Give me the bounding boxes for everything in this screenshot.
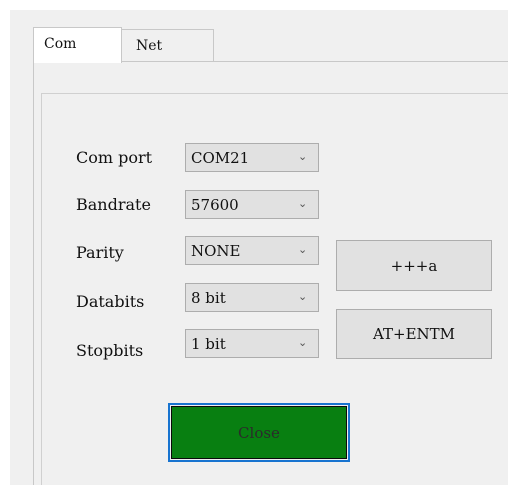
parity-select[interactable]: NONE ⌄ bbox=[185, 236, 319, 265]
at-entm-label: AT+ENTM bbox=[372, 325, 456, 343]
stopbits-value: 1 bit bbox=[191, 335, 226, 353]
bandrate-label: Bandrate bbox=[76, 195, 151, 214]
databits-label: Databits bbox=[76, 292, 145, 311]
close-button-face: Close bbox=[171, 406, 347, 459]
databits-select[interactable]: 8 bit ⌄ bbox=[185, 283, 319, 312]
chevron-down-icon: ⌄ bbox=[298, 150, 308, 163]
com-port-select[interactable]: COM21 ⌄ bbox=[185, 143, 319, 172]
plus-plus-plus-a-label: +++a bbox=[390, 256, 438, 275]
close-button-label: Close bbox=[238, 423, 280, 442]
parity-value: NONE bbox=[191, 242, 241, 260]
close-button[interactable]: Close bbox=[168, 403, 350, 462]
plus-plus-plus-a-button[interactable]: +++a bbox=[336, 240, 492, 291]
bandrate-value: 57600 bbox=[191, 196, 239, 214]
chevron-down-icon: ⌄ bbox=[298, 290, 308, 303]
bandrate-select[interactable]: 57600 ⌄ bbox=[185, 190, 319, 219]
tab-net[interactable]: Net bbox=[121, 29, 214, 63]
tab-net-label: Net bbox=[136, 38, 163, 54]
parity-label: Parity bbox=[76, 243, 124, 262]
chevron-down-icon: ⌄ bbox=[298, 336, 308, 349]
stopbits-select[interactable]: 1 bit ⌄ bbox=[185, 329, 319, 358]
at-entm-button[interactable]: AT+ENTM bbox=[336, 309, 492, 359]
com-port-label: Com port bbox=[76, 148, 153, 167]
chevron-down-icon: ⌄ bbox=[298, 197, 308, 210]
tab-com[interactable]: Com bbox=[33, 27, 122, 63]
stopbits-label: Stopbits bbox=[76, 341, 144, 360]
chevron-down-icon: ⌄ bbox=[298, 243, 308, 256]
com-port-value: COM21 bbox=[191, 149, 250, 167]
tab-com-label: Com bbox=[44, 36, 77, 52]
databits-value: 8 bit bbox=[191, 289, 226, 307]
